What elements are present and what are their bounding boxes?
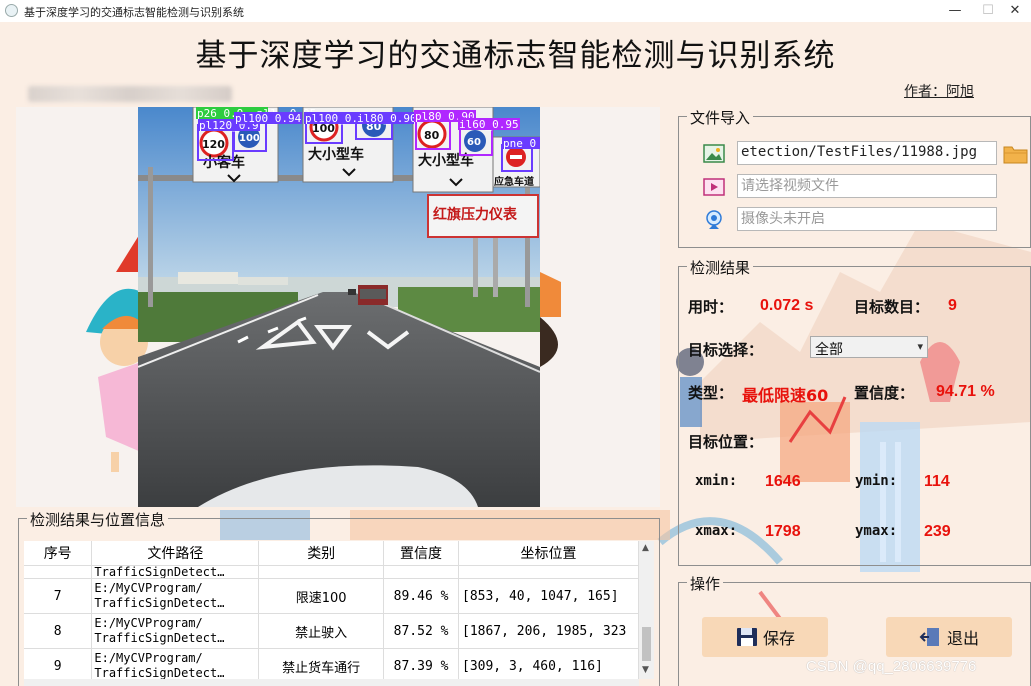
video-file-row xyxy=(703,174,1003,200)
chevron-down-icon: ▾ xyxy=(917,340,923,353)
col-header-confidence[interactable]: 置信度 xyxy=(383,541,459,566)
row-class: 禁止驶入 xyxy=(258,613,385,649)
sign-text-emergency: 应急车道 xyxy=(494,175,534,188)
billboard-text: 红旗压力仪表 xyxy=(433,206,518,223)
row-index: 9 xyxy=(24,648,93,679)
det-label-6: il60_0.95 xyxy=(459,118,519,131)
folder-icon[interactable] xyxy=(1003,143,1029,165)
table-vertical-scrollbar[interactable]: ▲ ▼ xyxy=(639,541,654,679)
row-path: E:/MyCVProgram/TrafficSignDetect… xyxy=(91,613,260,649)
traffic-photo: 红旗压力仪表 120 100 100 80 80 60 小客车 大小型车 大小型… xyxy=(138,107,540,507)
table-row[interactable]: 7 E:/MyCVProgram/TrafficSignDetect… 限速10… xyxy=(24,578,639,614)
det-label-2: pl100_0.94 xyxy=(235,112,302,125)
row-index: 7 xyxy=(24,578,93,614)
scrollbar-thumb[interactable] xyxy=(642,627,651,661)
scroll-down-icon[interactable]: ▼ xyxy=(642,665,649,675)
target-select-value: 全部 xyxy=(815,342,843,358)
exit-button[interactable]: 退出 xyxy=(886,617,1012,657)
row-class: 限速100 xyxy=(258,578,385,614)
row-coords: [1867, 206, 1985, 323 xyxy=(458,613,639,649)
sign-60-min: 60 xyxy=(467,137,481,148)
page-title: 基于深度学习的交通标志智能检测与识别系统 xyxy=(195,38,836,74)
row-class: 禁止货车通行 xyxy=(258,648,385,679)
time-value: 0.072 s xyxy=(760,297,814,314)
save-button-label: 保存 xyxy=(762,629,795,648)
row-confidence: 87.39 % xyxy=(383,648,459,679)
det-label-3: pl100_0.9 xyxy=(305,112,365,125)
position-label: 目标位置： xyxy=(688,433,764,451)
camera-icon[interactable] xyxy=(703,209,725,231)
window-title: 基于深度学习的交通标志智能检测与识别系统 xyxy=(24,6,244,19)
operations-title: 操作 xyxy=(687,573,724,594)
image-icon[interactable] xyxy=(703,143,725,165)
video-icon[interactable] xyxy=(703,176,725,198)
ymin-value: 114 xyxy=(924,473,950,490)
image-display: 红旗压力仪表 120 100 100 80 80 60 小客车 大小型车 大小型… xyxy=(16,107,660,507)
result-title: 检测结果 xyxy=(687,257,754,278)
save-icon xyxy=(736,628,757,646)
ymax-value: 239 xyxy=(924,523,951,540)
row-confidence: 87.52 % xyxy=(383,613,459,649)
results-table-viewport: 序号 文件路径 类别 置信度 坐标位置 TrafficSignDetect… 7… xyxy=(24,541,639,679)
ymin-label: ymin: xyxy=(855,473,898,489)
window-titlebar: 基于深度学习的交通标志智能检测与识别系统 — ☐ ✕ xyxy=(0,0,1031,22)
camera-row xyxy=(703,207,1003,233)
watermark-text: CSDN @qq_2806639776 xyxy=(806,658,977,675)
confidence-value: 94.71 % xyxy=(936,383,995,400)
sign-80: 80 xyxy=(424,129,440,142)
blurred-text xyxy=(28,86,232,102)
exit-button-label: 退出 xyxy=(946,629,979,648)
count-label: 目标数目： xyxy=(854,298,930,316)
xmin-value: 1646 xyxy=(765,473,801,490)
row-path: E:/MyCVProgram/TrafficSignDetect… xyxy=(91,578,260,614)
col-header-coords[interactable]: 坐标位置 xyxy=(458,541,639,566)
sign-text-car: 小客车 xyxy=(203,154,245,171)
row-confidence: 89.46 % xyxy=(383,578,459,614)
table-row-partial[interactable]: TrafficSignDetect… xyxy=(24,565,639,579)
row-coords: [309, 3, 460, 116] xyxy=(458,648,639,679)
table-row[interactable]: 8 E:/MyCVProgram/TrafficSignDetect… 禁止驶入… xyxy=(24,613,639,649)
sign-text-lane-1: 大小型车 xyxy=(308,146,364,163)
save-button[interactable]: 保存 xyxy=(702,617,828,657)
table-title: 检测结果与位置信息 xyxy=(27,509,169,530)
det-label-7: pne_0 xyxy=(503,137,536,150)
confidence-label: 置信度： xyxy=(854,384,915,402)
exit-icon xyxy=(919,628,939,646)
camera-input[interactable] xyxy=(737,207,997,231)
det-label-4: il80_0.90 xyxy=(357,112,417,125)
type-value: 最低限速60 xyxy=(742,386,829,405)
row-partial-path: TrafficSignDetect… xyxy=(91,565,260,579)
row-path: E:/MyCVProgram/TrafficSignDetect… xyxy=(91,648,260,679)
xmin-label: xmin: xyxy=(695,473,738,489)
close-button[interactable]: ✕ xyxy=(995,1,1031,21)
image-file-row: etection/TestFiles/11988.jpg xyxy=(703,141,1031,167)
scroll-up-icon[interactable]: ▲ xyxy=(642,543,649,553)
ymax-label: ymax: xyxy=(855,523,898,539)
sign-120: 120 xyxy=(202,138,225,151)
file-import-group: 文件导入 etection/TestFiles/11988.jpg xyxy=(678,107,1031,248)
row-index: 8 xyxy=(24,613,93,649)
time-label: 用时： xyxy=(688,298,734,316)
table-row[interactable]: 9 E:/MyCVProgram/TrafficSignDetect… 禁止货车… xyxy=(24,648,639,679)
xmax-label: xmax: xyxy=(695,523,738,539)
type-label: 类型： xyxy=(688,384,734,402)
file-import-title: 文件导入 xyxy=(687,107,754,128)
target-select[interactable]: 全部 ▾ xyxy=(810,336,928,358)
xmax-value: 1798 xyxy=(765,523,801,540)
author-link[interactable]: 作者：阿旭 xyxy=(904,81,974,101)
image-path-input[interactable]: etection/TestFiles/11988.jpg xyxy=(737,141,997,165)
col-header-path[interactable]: 文件路径 xyxy=(91,541,260,566)
col-header-index[interactable]: 序号 xyxy=(24,541,93,566)
count-value: 9 xyxy=(948,297,957,314)
sign-100-min: 100 xyxy=(239,133,260,144)
col-header-class[interactable]: 类别 xyxy=(258,541,385,566)
video-path-input[interactable] xyxy=(737,174,997,198)
results-table: 序号 文件路径 类别 置信度 坐标位置 TrafficSignDetect… 7… xyxy=(24,541,639,679)
target-select-label: 目标选择： xyxy=(688,341,764,359)
app-icon xyxy=(5,4,18,17)
table-horizontal-scrollbar[interactable] xyxy=(24,679,639,686)
row-coords: [853, 40, 1047, 165] xyxy=(458,578,639,614)
